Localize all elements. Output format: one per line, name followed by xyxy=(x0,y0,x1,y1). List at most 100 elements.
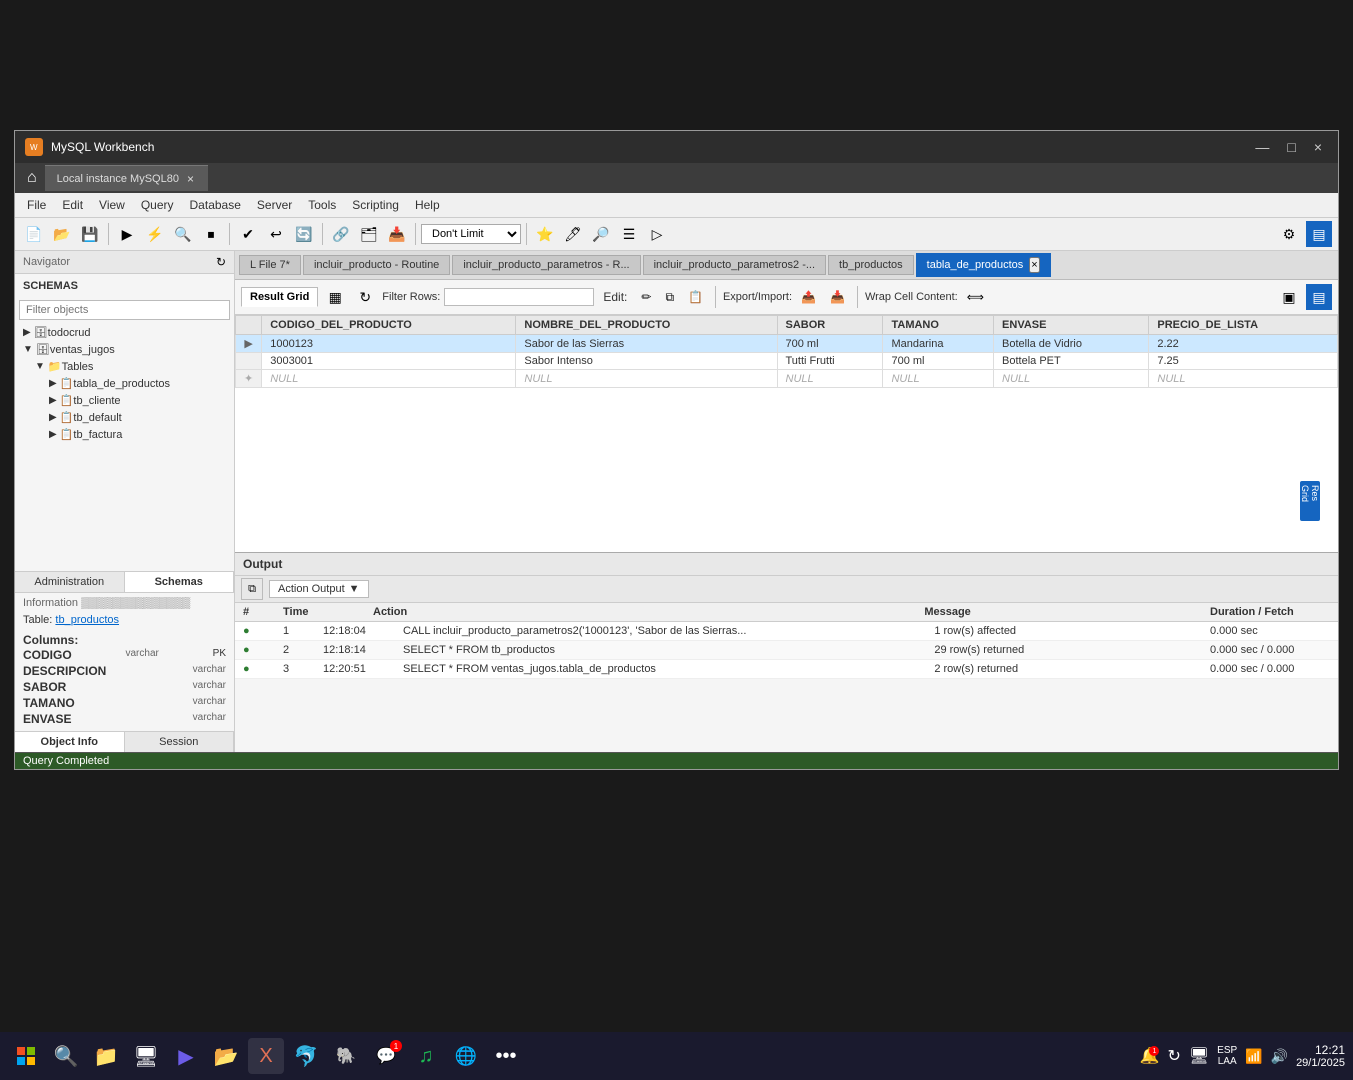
menu-tools[interactable]: Tools xyxy=(300,195,344,215)
query-tab-1[interactable]: incluir_producto - Routine xyxy=(303,255,450,275)
cell-envase[interactable]: Bottela PET xyxy=(994,353,1149,370)
commit-button[interactable]: ✔ xyxy=(235,221,261,247)
layout-button[interactable]: ▤ xyxy=(1306,221,1332,247)
export-button[interactable]: 📤 xyxy=(796,287,821,307)
cell-new-tamano[interactable]: NULL xyxy=(883,370,994,388)
taskbar-explorer-button[interactable]: 📂 xyxy=(208,1038,244,1074)
menu-edit[interactable]: Edit xyxy=(54,195,91,215)
query-tab-4[interactable]: tb_productos xyxy=(828,255,914,275)
panel-toggle-button[interactable]: ▣ xyxy=(1276,284,1302,310)
tab-administration[interactable]: Administration xyxy=(15,572,125,592)
tree-item-tb-factura[interactable]: ▶ 📋 tb_factura xyxy=(15,426,234,443)
cell-envase[interactable]: Botella de Vidrio xyxy=(994,335,1149,353)
cell-new-codigo[interactable]: NULL xyxy=(262,370,516,388)
action-row-2[interactable]: ● 2 12:18:14 SELECT * FROM tb_productos … xyxy=(235,641,1338,660)
tree-item-todocrud[interactable]: ▶ 🗄 todocrud xyxy=(15,324,234,341)
beautify-button[interactable]: 🖊 xyxy=(560,221,586,247)
query-tab-3[interactable]: incluir_producto_parametros2 -... xyxy=(643,255,826,275)
maximize-button[interactable]: □ xyxy=(1281,137,1301,157)
cell-codigo[interactable]: 1000123 xyxy=(262,335,516,353)
table-row[interactable]: ▶ 1000123 Sabor de las Sierras 700 ml Ma… xyxy=(236,335,1338,353)
query-tab-0[interactable]: L File 7* xyxy=(239,255,301,275)
home-button[interactable]: ⌂ xyxy=(19,165,45,191)
action-row-1[interactable]: ● 1 12:18:04 CALL incluir_producto_param… xyxy=(235,622,1338,641)
menu-query[interactable]: Query xyxy=(133,195,182,215)
taskbar-spotify-button[interactable]: ♫ xyxy=(408,1038,444,1074)
output-copy-button[interactable]: ⧉ xyxy=(241,578,263,600)
edit-pencil-button[interactable]: ✏ xyxy=(636,287,656,307)
cell-sabor[interactable]: 700 ml xyxy=(777,335,883,353)
taskbar-clock[interactable]: 12:21 29/1/2025 xyxy=(1296,1043,1345,1069)
execute-selection-button[interactable]: ⚡ xyxy=(142,221,168,247)
tab-object-info[interactable]: Object Info xyxy=(15,732,125,752)
result-grid-sidebar-btn[interactable]: Res Grid xyxy=(1300,481,1320,521)
menu-scripting[interactable]: Scripting xyxy=(344,195,407,215)
tab-session[interactable]: Session xyxy=(125,732,235,752)
cell-precio[interactable]: 2.22 xyxy=(1149,335,1338,353)
taskbar-more-button[interactable]: ••• xyxy=(488,1038,524,1074)
cell-nombre[interactable]: Sabor de las Sierras xyxy=(516,335,777,353)
taskbar-discord-button[interactable]: 💬 1 xyxy=(368,1038,404,1074)
tab-local-instance[interactable]: Local instance MySQL80 × xyxy=(45,165,208,191)
toggle-autocommit-button[interactable]: 🔄 xyxy=(291,221,317,247)
taskbar-files-button[interactable]: 📁 xyxy=(88,1038,124,1074)
tree-item-tb-cliente[interactable]: ▶ 📋 tb_cliente xyxy=(15,392,234,409)
stop-button[interactable]: ⏹ xyxy=(198,221,224,247)
filter-objects-input[interactable] xyxy=(19,300,230,320)
close-button[interactable]: × xyxy=(1308,137,1328,157)
bookmark-button[interactable]: ⭐ xyxy=(532,221,558,247)
taskbar-volume-icon[interactable]: 🔊 xyxy=(1271,1048,1288,1065)
cell-new-precio[interactable]: NULL xyxy=(1149,370,1338,388)
cell-precio[interactable]: 7.25 xyxy=(1149,353,1338,370)
import-button[interactable]: 📥 xyxy=(825,287,850,307)
filter-rows-input[interactable] xyxy=(444,288,594,306)
query-tab-close-button[interactable]: × xyxy=(1029,257,1039,273)
connections-button[interactable]: 🔗 xyxy=(328,221,354,247)
menu-help[interactable]: Help xyxy=(407,195,448,215)
execute-button[interactable]: ▶ xyxy=(114,221,140,247)
options-button[interactable]: ▷ xyxy=(644,221,670,247)
table-name-link[interactable]: tb_productos xyxy=(55,614,119,626)
tree-item-tabla-productos[interactable]: ▶ 📋 tabla_de_productos xyxy=(15,375,234,392)
rollback-button[interactable]: ↩ xyxy=(263,221,289,247)
view-button[interactable]: ☰ xyxy=(616,221,642,247)
minimize-button[interactable]: — xyxy=(1249,137,1275,157)
connections-mgr-button[interactable]: ⚙ xyxy=(1276,221,1302,247)
taskbar-desktop-button[interactable]: 🖥 xyxy=(1189,1046,1209,1066)
new-query-button[interactable]: 📄 xyxy=(21,221,47,247)
taskbar-jetbrains-button[interactable]: 🖥 xyxy=(128,1038,164,1074)
taskbar-xampp-button[interactable]: X xyxy=(248,1038,284,1074)
menu-view[interactable]: View xyxy=(91,195,133,215)
open-button[interactable]: 📂 xyxy=(49,221,75,247)
taskbar-pgadmin-button[interactable]: 🐘 xyxy=(328,1038,364,1074)
query-tab-active[interactable]: tabla_de_productos × xyxy=(916,253,1051,277)
refresh-button[interactable]: ↻ xyxy=(352,284,378,310)
table-data-import-button[interactable]: 📥 xyxy=(384,221,410,247)
result-grid-button[interactable]: Result Grid xyxy=(241,287,318,307)
cell-tamano[interactable]: Mandarina xyxy=(883,335,994,353)
tree-item-ventas-jugos[interactable]: ▼ 🗄 ventas_jugos xyxy=(15,341,234,358)
tab-schemas[interactable]: Schemas xyxy=(125,572,235,592)
taskbar-visualstudio-button[interactable]: ▶ xyxy=(168,1038,204,1074)
tree-item-tables[interactable]: ▼ 📁 Tables xyxy=(15,358,234,375)
cell-new-sabor[interactable]: NULL xyxy=(777,370,883,388)
save-button[interactable]: 💾 xyxy=(77,221,103,247)
navigator-refresh-button[interactable]: ↻ xyxy=(216,255,226,269)
menu-file[interactable]: File xyxy=(19,195,54,215)
taskbar-notifications-button[interactable]: 🔔 1 xyxy=(1140,1046,1160,1066)
limit-select[interactable]: Don't Limit 1000 rows 200 rows xyxy=(421,224,521,244)
cell-tamano[interactable]: 700 ml xyxy=(883,353,994,370)
menu-database[interactable]: Database xyxy=(182,195,249,215)
tree-item-tb-default[interactable]: ▶ 📋 tb_default xyxy=(15,409,234,426)
taskbar-chrome-button[interactable]: 🌐 xyxy=(448,1038,484,1074)
result-grid-icon[interactable]: ▦ xyxy=(322,284,348,310)
table-row[interactable]: 3003001 Sabor Intenso Tutti Frutti 700 m… xyxy=(236,353,1338,370)
query-tab-2[interactable]: incluir_producto_parametros - R... xyxy=(452,255,640,275)
edit-copy-button[interactable]: ⧉ xyxy=(660,287,679,308)
action-output-selector[interactable]: Action Output ▼ xyxy=(269,580,369,598)
taskbar-mysql-button[interactable]: 🐬 xyxy=(288,1038,324,1074)
cell-new-nombre[interactable]: NULL xyxy=(516,370,777,388)
menu-server[interactable]: Server xyxy=(249,195,300,215)
taskbar-search-button[interactable]: 🔍 xyxy=(48,1038,84,1074)
cell-codigo[interactable]: 3003001 xyxy=(262,353,516,370)
